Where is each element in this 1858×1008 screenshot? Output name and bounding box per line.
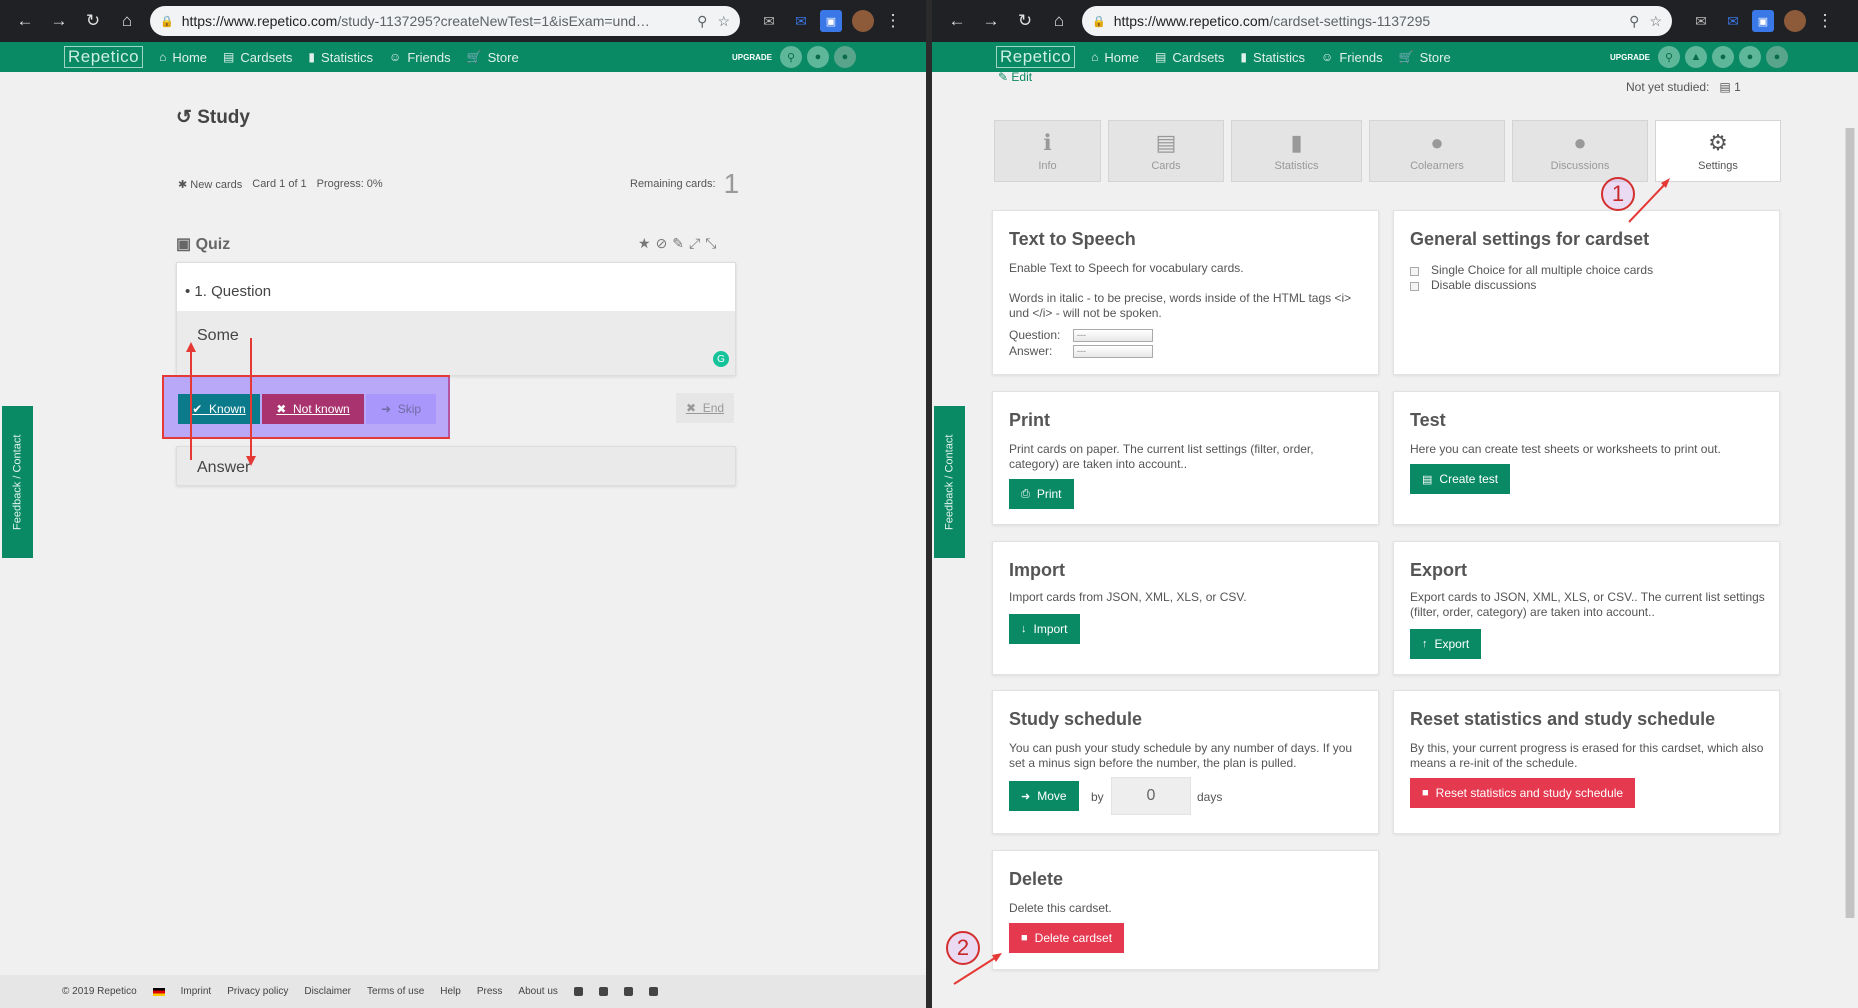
copyright-text: © 2019 Repetico: [62, 986, 137, 997]
youtube-icon[interactable]: [648, 987, 658, 996]
twitter-icon[interactable]: [598, 987, 608, 996]
instagram-icon[interactable]: [623, 987, 633, 996]
german-flag-icon[interactable]: [152, 987, 165, 996]
footer-link-imprint[interactable]: Imprint: [181, 986, 212, 997]
arrow-to-settings: [1628, 181, 1668, 223]
footer-link-about[interactable]: About us: [518, 986, 557, 997]
annotation-arrows: [186, 338, 256, 466]
footer-link-press[interactable]: Press: [477, 986, 503, 997]
arrow-to-delete: [953, 955, 999, 985]
left-browser-window: ← → ↻ ⌂ 🔒 https://www.repetico.com/study…: [0, 0, 926, 1008]
arrow-down-head: [246, 456, 256, 466]
facebook-icon[interactable]: [573, 987, 583, 996]
arrow-to-delete-head: [992, 953, 1002, 962]
site-footer: © 2019 Repetico Imprint Privacy policy D…: [0, 975, 926, 1008]
page-scrollbar[interactable]: [1845, 128, 1855, 918]
annotation-arrows: [953, 178, 1670, 985]
footer-link-help[interactable]: Help: [440, 986, 461, 997]
right-browser-window: ← → ↻ ⌂ 🔒 https://www.repetico.com/cards…: [932, 0, 1858, 1008]
footer-link-disclaimer[interactable]: Disclaimer: [304, 986, 351, 997]
footer-link-terms[interactable]: Terms of use: [367, 986, 424, 997]
arrow-up-head: [186, 342, 196, 352]
footer-link-privacy[interactable]: Privacy policy: [227, 986, 288, 997]
scrollbar-thumb[interactable]: [1846, 128, 1854, 918]
